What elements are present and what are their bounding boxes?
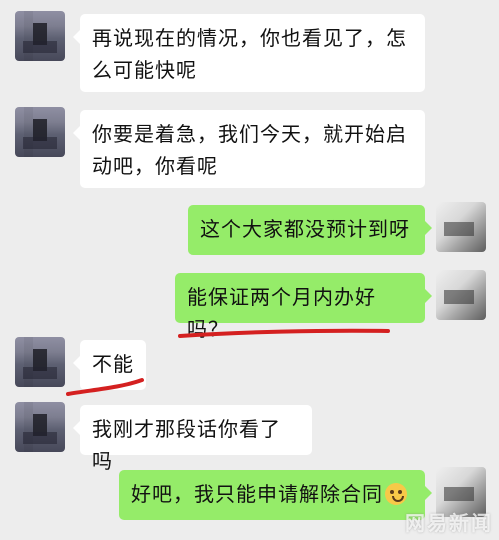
contact-avatar[interactable] xyxy=(15,337,65,387)
message-text: 我刚才那段话你看了吗 xyxy=(92,417,281,473)
message-bubble-incoming[interactable]: 再说现在的情况，你也看见了，怎 么可能快呢 xyxy=(73,14,425,92)
message-bubble-incoming[interactable]: 不能 xyxy=(73,340,146,390)
user-avatar[interactable] xyxy=(436,270,486,320)
message-text-line: 你要是着急，我们今天，就开始启 xyxy=(92,122,407,146)
message-bubble-outgoing[interactable]: 能保证两个月内办好吗？ xyxy=(175,273,432,341)
message-text: 能保证两个月内办好吗？ xyxy=(187,285,376,341)
watermark-logo: 网易新闻 xyxy=(405,507,493,536)
message-text-line: 再说现在的情况，你也看见了，怎 xyxy=(92,26,407,50)
message-bubble-incoming[interactable]: 你要是着急，我们今天，就开始启 动吧，你看呢 xyxy=(73,110,425,188)
message-text: 好吧，我只能申请解除合同 xyxy=(131,482,383,506)
message-text: 这个大家都没预计到呀 xyxy=(200,217,410,241)
message-text-line: 动吧，你看呢 xyxy=(92,154,218,178)
grinning-sweat-emoji-icon xyxy=(385,483,407,505)
watermark-text: 网易新闻 xyxy=(405,511,493,535)
message-text: 不能 xyxy=(92,352,134,376)
message-bubble-outgoing[interactable]: 好吧，我只能申请解除合同 xyxy=(119,470,432,520)
user-avatar[interactable] xyxy=(436,202,486,252)
message-bubble-incoming[interactable]: 我刚才那段话你看了吗 xyxy=(73,405,312,473)
contact-avatar[interactable] xyxy=(15,107,65,157)
contact-avatar[interactable] xyxy=(15,402,65,452)
chat-window: 再说现在的情况，你也看见了，怎 么可能快呢 你要是着急，我们今天，就开始启 动吧… xyxy=(0,0,499,540)
message-text-line: 么可能快呢 xyxy=(92,58,197,82)
contact-avatar[interactable] xyxy=(15,11,65,61)
message-bubble-outgoing[interactable]: 这个大家都没预计到呀 xyxy=(188,205,432,255)
